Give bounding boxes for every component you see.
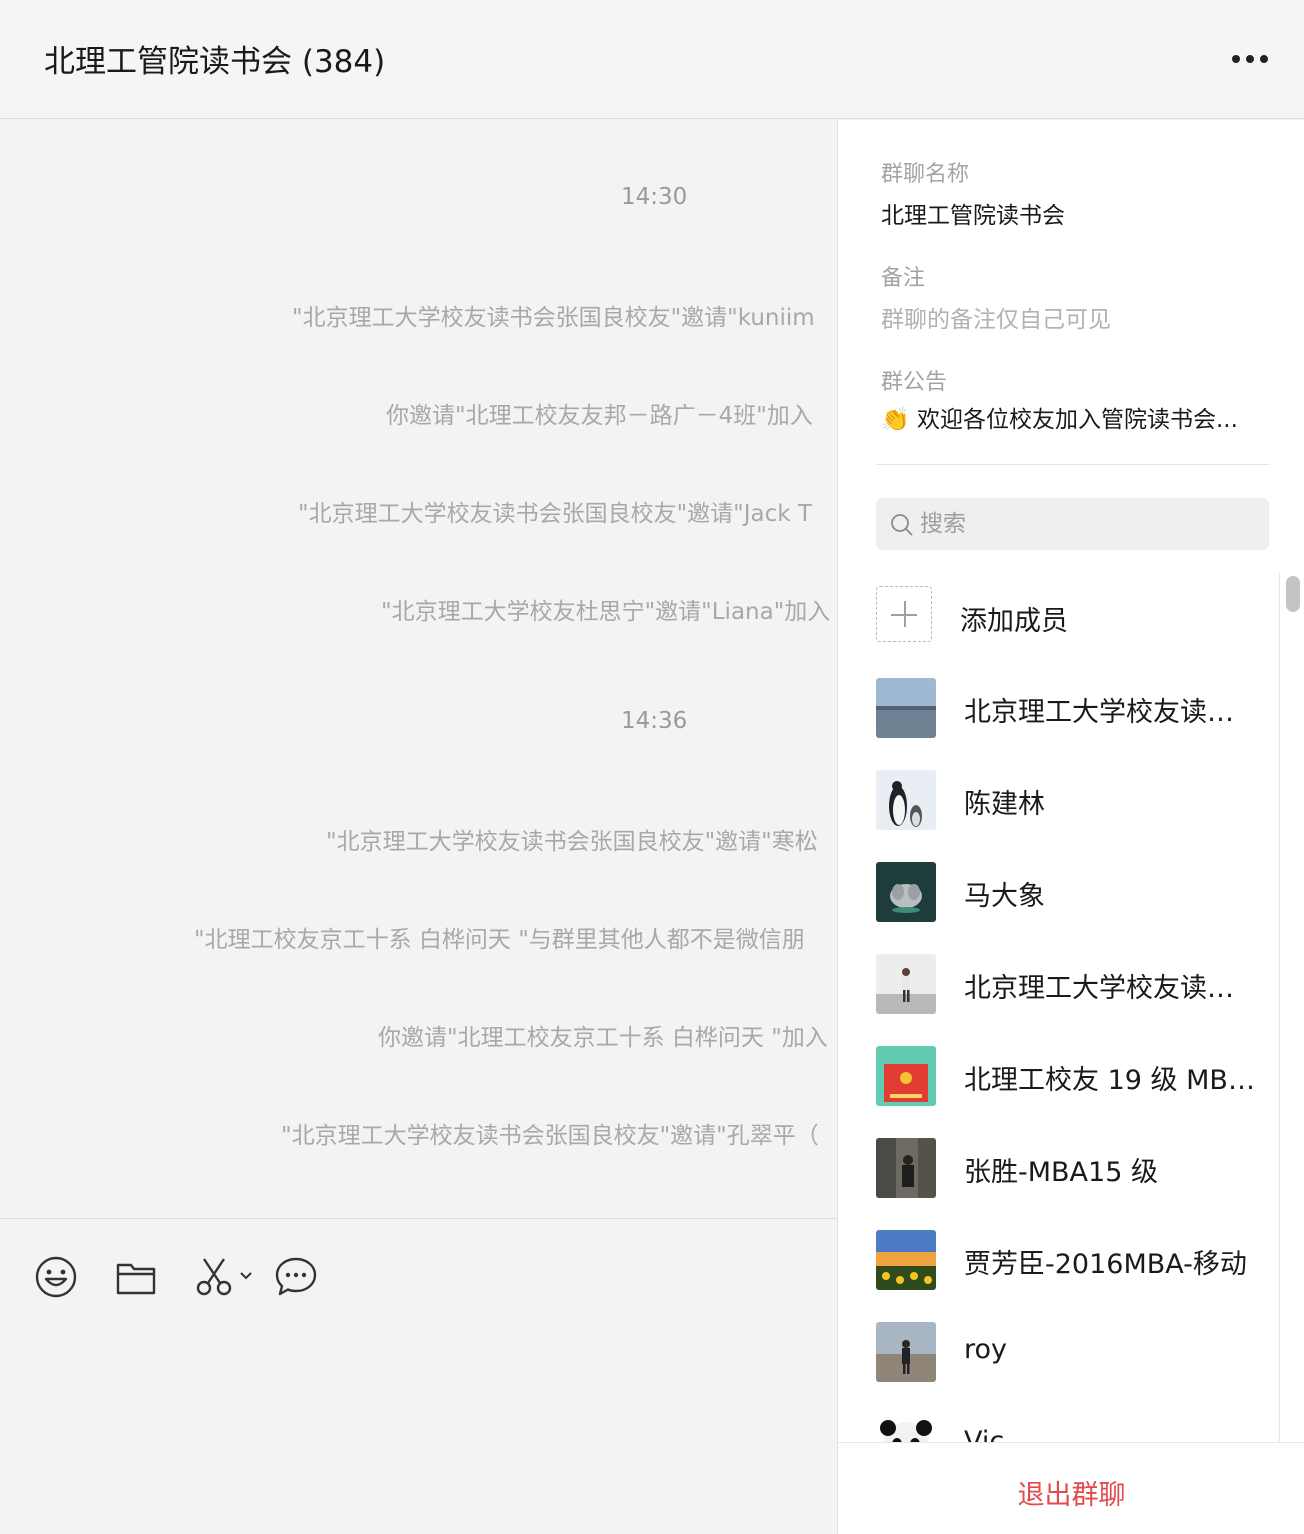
member-name: 陈建林 [964,789,1045,820]
system-message: "北理工校友京工十系 白桦问天 "与群里其他人都不是微信朋 [194,927,805,953]
member-item[interactable]: 北京理工大学校友读书会张国良校友 [876,678,1266,740]
system-message: 你邀请"北理工校友京工十系 白桦问天 "加入 [378,1025,828,1051]
group-notice-text[interactable]: 👏 欢迎各位校友加入管院读书会... [881,400,1261,434]
plus-icon [876,586,932,642]
member-list-scrollbar[interactable] [1278,570,1294,1450]
avatar [876,1138,936,1198]
add-member-button[interactable]: 添加成员 [876,586,1266,648]
message-timestamp: 14:30 [621,184,688,210]
avatar [876,770,936,830]
member-name: 张胜-MBA15 级 [964,1157,1158,1188]
member-name: 马大象 [964,881,1045,912]
avatar [876,862,936,922]
system-message: "北京理工大学校友杜思宁"邀请"Liana"加入 [381,599,831,625]
member-search-box[interactable] [876,498,1269,550]
member-item[interactable]: 陈建林 [876,770,1266,832]
search-icon [891,514,913,536]
group-name-value[interactable]: 北理工管院读书会 [881,196,1065,230]
panel-footer: 退出群聊 [838,1442,1304,1534]
member-name: 北京理工大学校友读书会张国良校友 [964,697,1260,728]
system-message: "北京理工大学校友读书会张国良校友"邀请"Jack T [298,501,812,527]
avatar [876,1230,936,1290]
member-name: roy [964,1334,1008,1365]
folder-icon[interactable] [114,1255,158,1299]
system-message: "北京理工大学校友读书会张国良校友"邀请"孔翠平（ [281,1123,819,1149]
chat-history-icon[interactable] [274,1255,318,1299]
member-item[interactable]: 贾芳臣-2016MBA-移动 [876,1230,1266,1292]
remark-field[interactable]: 群聊的备注仅自己可见 [881,300,1111,334]
avatar [876,678,936,738]
system-message: "北京理工大学校友读书会张国良校友"邀请"kuniim [292,305,815,331]
member-name: 贾芳臣-2016MBA-移动 [964,1249,1247,1280]
member-item[interactable]: roy [876,1322,1266,1384]
message-input-area[interactable] [0,1218,838,1534]
emoji-icon[interactable] [34,1255,78,1299]
system-message: "北京理工大学校友读书会张国良校友"邀请"寒松 [326,829,818,855]
avatar [876,1322,936,1382]
more-options-icon[interactable] [1222,38,1278,78]
remark-label: 备注 [881,266,926,291]
group-notice-label: 群公告 [881,370,948,395]
member-name: 北京理工大学校友读书会 [964,973,1260,1004]
add-member-label: 添加成员 [960,606,1068,637]
chat-title: 北理工管院读书会 (384) [44,44,386,80]
member-item[interactable]: 张胜-MBA15 级 [876,1138,1266,1200]
divider [876,464,1269,465]
message-timestamp: 14:36 [621,708,688,734]
group-info-panel: 群聊名称 北理工管院读书会 备注 群聊的备注仅自己可见 群公告 👏 欢迎各位校友… [837,120,1304,1534]
exit-group-button[interactable]: 退出群聊 [838,1473,1304,1512]
member-item[interactable]: 北京理工大学校友读书会 [876,954,1266,1016]
member-item[interactable]: 北理工校友 19 级 MBA 学员 [876,1046,1266,1108]
chat-header: 北理工管院读书会 (384) [0,0,1304,119]
system-message: 你邀请"北理工校友友邦－路广－4班"加入 [386,403,813,429]
avatar [876,1046,936,1106]
chat-message-area[interactable]: 14:30 "北京理工大学校友读书会张国良校友"邀请"kuniim 你邀请"北理… [0,120,838,1218]
member-item[interactable]: 马大象 [876,862,1266,924]
scrollbar-thumb[interactable] [1286,576,1300,612]
avatar [876,954,936,1014]
member-name: 北理工校友 19 级 MBA 学员 [964,1065,1260,1096]
scissors-icon[interactable] [194,1255,260,1299]
group-name-label: 群聊名称 [881,162,970,187]
search-input[interactable] [920,498,1250,550]
